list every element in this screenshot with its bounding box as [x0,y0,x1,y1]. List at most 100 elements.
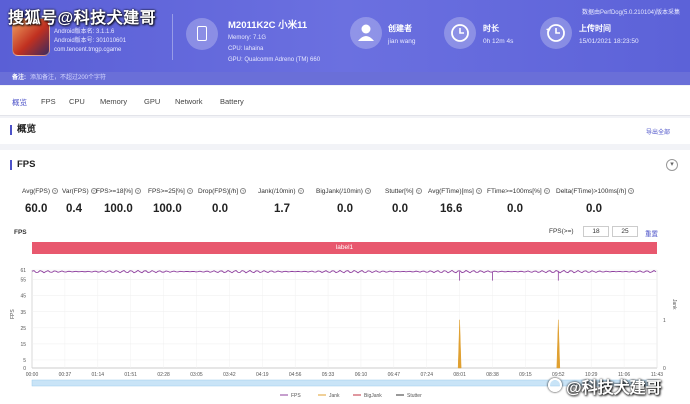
device-title: M2011K2C 小米11 [228,20,308,31]
x-tick-label: 01:14 [92,372,105,378]
android-version: Android版本名: 3.1.1.6 [54,29,115,35]
threshold-input-1[interactable]: 18 [583,226,609,237]
metric-value: 1.7 [274,203,290,215]
duration-label: 时长 [483,24,499,33]
watermark-bottom: @科技犬建哥 [566,380,662,397]
y-axis-label: FPS [10,309,16,319]
tab-memory[interactable]: Memory [100,97,127,106]
tab-cpu[interactable]: CPU [69,97,85,106]
threshold-input-2[interactable]: 25 [612,226,638,237]
creator-value: jian wang [388,38,416,45]
metric-label: Var(FPS)? [62,188,97,195]
metric-label: BigJank(/10min)? [316,188,371,195]
x-tick-label: 08:38 [486,372,499,378]
x-tick-label: 04:19 [256,372,269,378]
note-label: 备注: [12,75,26,81]
metric-value: 100.0 [153,203,182,215]
tab-bar: 概览 FPS CPU Memory GPU Network Battery [0,86,690,116]
x-tick-label: 06:47 [388,372,401,378]
x-tick-label: 03:05 [190,372,203,378]
tab-battery[interactable]: Battery [220,97,244,106]
legend-label: FPS [291,393,301,399]
metric-value: 0.0 [212,203,228,215]
metric-label: Jank(/10min)? [258,188,304,195]
tab-network[interactable]: Network [175,97,203,106]
collapse-button[interactable]: ▾ [666,159,678,171]
device-memory: Memory: 7.1G [228,35,267,41]
metric-label: Avg(FTime)[ms]? [428,188,482,195]
x-tick-label: 05:33 [322,372,335,378]
overview-panel: 概览 导出全部 [0,118,690,144]
series-fps-line [31,269,657,274]
device-cpu: CPU: lahaina [228,46,264,52]
tab-gpu[interactable]: GPU [144,97,160,106]
help-icon: ? [297,188,304,195]
y-tick-label: 5 [23,358,26,364]
x-tick-label: 04:56 [289,372,302,378]
help-icon: ? [415,188,422,195]
metric-value: 0.0 [392,203,408,215]
header-divider [172,14,173,60]
help-icon: ? [186,188,193,195]
x-tick-label: 00:00 [26,372,39,378]
help-icon: ? [364,188,371,195]
device-gpu: GPU: Qualcomm Adreno (TM) 660 [228,57,321,63]
legend-label: Stutter [407,393,422,399]
y-tick-label-right: 0 [663,366,666,372]
help-icon: ? [52,188,59,195]
android-code: Android版本号: 301010601 [54,38,127,44]
x-tick-label: 09:15 [519,372,532,378]
metric-label: Stutter[%]? [385,188,422,195]
metric-label: Delta(FTime)>100ms[/h]? [556,188,635,195]
time-range-slider [31,379,658,387]
y-tick-label: 45 [20,294,26,300]
watermark-top: 搜狐号@科技犬建哥 [8,10,157,27]
x-tick-label: 07:24 [420,372,433,378]
metric-label: FPS>=18[%]? [96,188,141,195]
x-tick-label: 00:37 [59,372,72,378]
sohu-logo-icon [548,378,562,392]
clock-icon [444,17,476,49]
metric-label: Avg(FPS)? [22,188,59,195]
tab-overview[interactable]: 概览 [12,97,27,108]
phone-icon [186,18,218,50]
note-input[interactable]: 添加备注，不超过200个字符 [30,75,106,81]
note-bar[interactable]: 备注: 添加备注，不超过200个字符 [0,72,690,85]
tab-fps[interactable]: FPS [41,97,56,106]
y-tick-label: 61 [20,268,26,274]
metric-label: FTime>=100ms[%]? [487,188,550,195]
x-tick-label: 06:10 [355,372,368,378]
legend-label: BigJank [364,393,382,399]
help-icon: ? [240,188,247,195]
upload-value: 15/01/2021 18:23:50 [579,38,639,45]
help-icon: ? [475,188,482,195]
x-tick-label: 03:42 [223,372,236,378]
history-icon [540,17,572,49]
y-tick-label: 35 [20,310,26,316]
metric-value: 100.0 [104,203,133,215]
x-tick-label: 01:51 [124,372,137,378]
metric-value: 0.0 [507,203,523,215]
metric-label: FPS>=25[%]? [148,188,193,195]
metric-value: 0.0 [337,203,353,215]
legend-label: Jank [329,393,340,399]
perfdog-version-note: 数据由PerfDog(5.0.210104)版本采集 [581,10,680,16]
package-name: com.tencent.tmgp.cgame [54,47,122,53]
x-tick-label: 02:28 [157,372,170,378]
threshold-label: FPS(>=) [549,228,574,235]
metric-value: 0.4 [66,203,82,215]
y-axis-label-right: Jank [671,299,677,310]
upload-label: 上传时间 [579,24,611,33]
label-bar[interactable]: label1 [32,242,657,254]
metric-value: 60.0 [25,203,48,215]
duration-value: 0h 12m 4s [483,38,514,45]
metric-value: 16.6 [440,203,463,215]
help-icon: ? [628,188,635,195]
y-tick-label: 25 [20,326,26,332]
device-info: Memory: 7.1G CPU: lahaina GPU: Qualcomm … [228,33,320,66]
app-info: Android版本名: 3.1.1.6 Android版本号: 30101060… [54,28,126,55]
chart-title: FPS [14,229,27,236]
export-all-link[interactable]: 导出全部 [646,127,670,136]
help-icon: ? [543,188,550,195]
reset-button[interactable]: 重置 [645,228,658,238]
